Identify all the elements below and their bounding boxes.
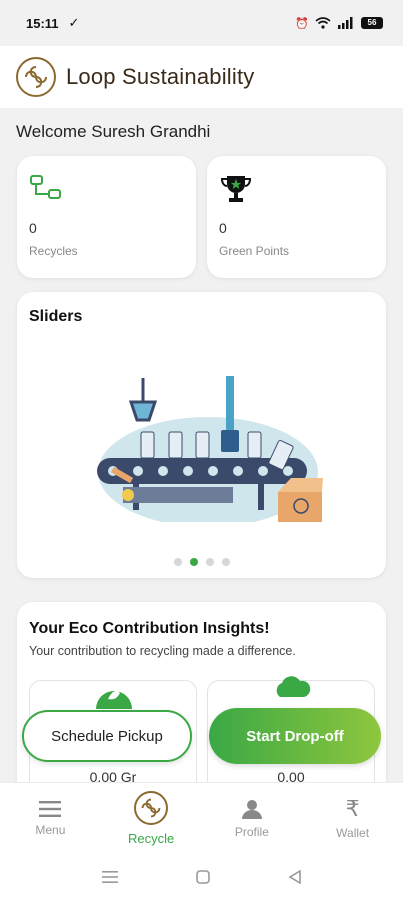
signal-icon bbox=[338, 17, 353, 29]
green-points-card[interactable]: 0 Green Points bbox=[207, 156, 386, 278]
back-icon[interactable] bbox=[287, 870, 302, 884]
wifi-icon bbox=[315, 17, 331, 29]
system-nav-bar bbox=[0, 854, 403, 900]
nav-item-profile[interactable]: Profile bbox=[202, 783, 303, 854]
slider-dot[interactable] bbox=[221, 558, 230, 566]
welcome-text: Welcome Suresh Grandhi bbox=[16, 122, 211, 141]
menu-icon bbox=[39, 800, 62, 817]
alarm-icon: ⏰ bbox=[295, 17, 309, 30]
recycle-flow-icon bbox=[29, 174, 63, 207]
eco-leaf-icon bbox=[96, 691, 132, 709]
trophy-icon bbox=[219, 174, 253, 209]
bottom-nav: Menu Recycle Profile ₹ Wallet bbox=[0, 782, 403, 854]
profile-icon bbox=[241, 799, 262, 819]
schedule-pickup-button[interactable]: Schedule Pickup bbox=[22, 710, 192, 762]
rupee-icon: ₹ bbox=[345, 795, 360, 821]
green-points-count: 0 bbox=[219, 220, 227, 236]
recycles-label: Recycles bbox=[29, 244, 78, 258]
slider-pagination bbox=[17, 558, 386, 566]
recycles-count: 0 bbox=[29, 220, 37, 236]
home-icon[interactable] bbox=[195, 870, 210, 884]
green-points-label: Green Points bbox=[219, 244, 290, 258]
battery-icon: 56 bbox=[361, 17, 383, 29]
insights-subtitle: Your contribution to recycling made a di… bbox=[29, 644, 296, 658]
recents-icon[interactable] bbox=[101, 870, 118, 884]
sliders-title: Sliders bbox=[29, 308, 83, 325]
nav-label-profile: Profile bbox=[234, 824, 269, 839]
nav-item-menu[interactable]: Menu bbox=[0, 783, 101, 854]
nav-item-wallet[interactable]: ₹ Wallet bbox=[302, 783, 403, 854]
check-icon: ✓ bbox=[68, 15, 80, 30]
status-bar: 15:11 ✓ ⏰ 56 bbox=[0, 0, 403, 46]
recycles-card[interactable]: 0 Recycles bbox=[17, 156, 196, 278]
app-title: Loop Sustainability bbox=[66, 64, 255, 89]
app-header: Loop Sustainability bbox=[0, 46, 403, 108]
nav-item-recycle[interactable]: Recycle bbox=[101, 783, 202, 854]
slider-dot-active[interactable] bbox=[189, 558, 198, 566]
sliders-card: Sliders bbox=[17, 292, 386, 578]
loop-logo-icon bbox=[16, 57, 56, 97]
slider-dot[interactable] bbox=[173, 558, 182, 566]
nav-label-wallet: Wallet bbox=[336, 825, 370, 840]
nav-label-menu: Menu bbox=[35, 822, 66, 837]
cloud-icon bbox=[276, 676, 311, 697]
slider-dot[interactable] bbox=[205, 558, 214, 566]
start-dropoff-button[interactable]: Start Drop-off bbox=[209, 708, 381, 764]
loop-logo-icon bbox=[134, 791, 169, 825]
slider-image[interactable] bbox=[83, 372, 323, 527]
insights-title: Your Eco Contribution Insights! bbox=[29, 620, 270, 637]
nav-label-recycle: Recycle bbox=[128, 831, 175, 846]
status-time: 15:11 bbox=[26, 15, 59, 31]
